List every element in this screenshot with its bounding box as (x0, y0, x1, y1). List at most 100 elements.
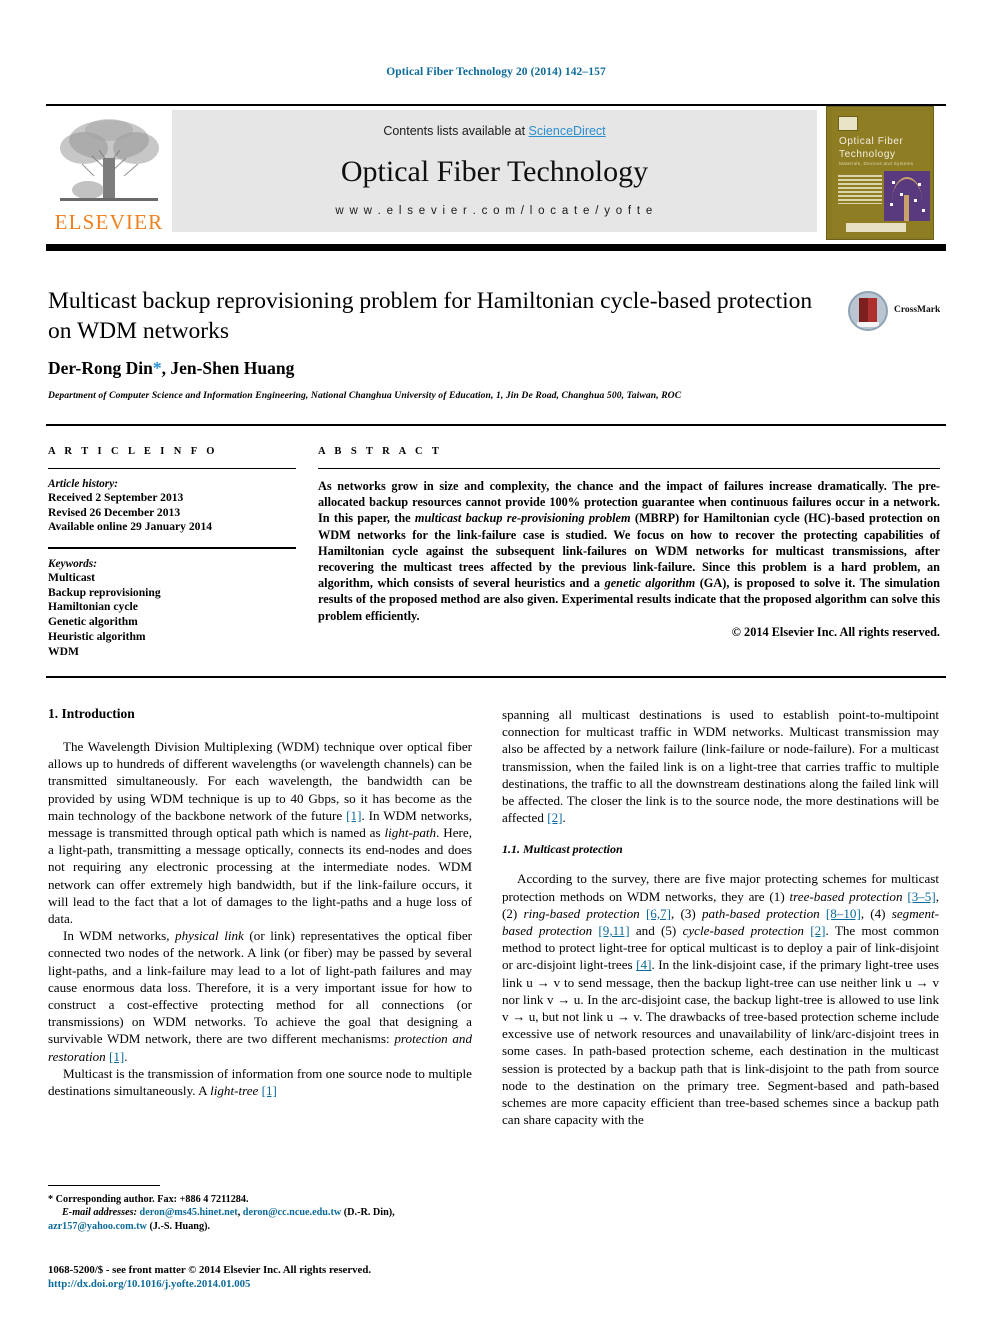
body-column-right: spanning all multicast destinations is u… (502, 706, 939, 1128)
email-note: E-mail addresses: deron@ms45.hinet.net, … (48, 1207, 395, 1232)
citation-link[interactable]: [8–10] (826, 906, 861, 921)
email-link[interactable]: deron@ms45.hinet.net (140, 1207, 238, 1218)
para-italic: light-tree (210, 1083, 259, 1099)
doi-link[interactable]: http://dx.doi.org/10.1016/j.yofte.2014.0… (48, 1278, 250, 1290)
abstract-italic1: multicast backup re-provisioning problem (414, 511, 631, 526)
article-history-item: Revised 26 December 2013 (48, 505, 181, 519)
citation-link[interactable]: [1] (262, 1083, 277, 1098)
citation-link[interactable]: [1] (346, 808, 361, 823)
keywords-label: Keywords: (48, 557, 97, 570)
para-text: , (3) (671, 905, 702, 921)
subsection-heading-multicast-protection: 1.1. Multicast protection (502, 842, 623, 857)
keyword-item: Backup reprovisioning (48, 585, 161, 599)
crossmark-icon (848, 291, 888, 331)
cover-title-line2: Technology (839, 149, 896, 160)
citation-link[interactable]: [4] (636, 957, 651, 972)
email-link[interactable]: deron@cc.ncue.edu.tw (243, 1207, 341, 1218)
email-author: (D.-R. Din) (343, 1207, 393, 1219)
citation-link[interactable]: [9,11] (598, 923, 629, 938)
imprint-block: 1068-5200/$ - see front matter © 2014 El… (48, 1263, 488, 1291)
elsevier-logo: ELSEVIER (48, 112, 170, 238)
elsevier-tree-icon (60, 119, 159, 201)
keywords-rule (48, 546, 296, 549)
paragraph: Multicast is the transmission of informa… (48, 1065, 472, 1099)
footnote-divider (48, 1185, 160, 1186)
citation-link[interactable]: [2] (547, 810, 562, 825)
title-block: Multicast backup reprovisioning problem … (48, 286, 838, 346)
citation-link[interactable]: [2] (810, 923, 825, 938)
citation-link[interactable]: [3–5] (907, 889, 935, 904)
running-head: Optical Fiber Technology 20 (2014) 142–1… (386, 66, 606, 78)
para-text: and (5) (629, 923, 683, 939)
para-text: . Here, a light-path, transmitting a mes… (48, 825, 472, 927)
corresponding-author-marker: * (152, 358, 162, 378)
affiliation: Department of Computer Science and Infor… (48, 390, 682, 401)
article-history-label: Article history: (48, 478, 118, 490)
issn-copyright-line: 1068-5200/$ - see front matter © 2014 El… (48, 1264, 372, 1276)
article-info-rule (48, 468, 296, 469)
author-list: Der-Rong Din*, Jen-Shen Huang (48, 358, 294, 379)
cover-subtitle: Materials, Devices and Systems (839, 161, 914, 166)
journal-url[interactable]: w w w . e l s e v i e r . c o m / l o c … (172, 205, 817, 217)
keyword-item: Hamiltonian cycle (48, 600, 138, 614)
para-italic: physical link (175, 928, 244, 944)
para-italic: path-based protection (701, 905, 820, 921)
para-text: In WDM networks, (63, 928, 176, 944)
paragraph: The Wavelength Division Multiplexing (WD… (48, 738, 472, 927)
email-link[interactable]: azr157@yahoo.com.tw (48, 1221, 147, 1232)
cover-inner: Optical Fiber Technology Materials, Devi… (832, 111, 930, 237)
page-title: Multicast backup reprovisioning problem … (48, 288, 813, 344)
journal-title: Optical Fiber Technology (340, 155, 649, 188)
sciencedirect-link[interactable]: ScienceDirect (529, 124, 606, 138)
paragraph: According to the survey, there are five … (502, 870, 939, 1128)
paragraph: spanning all multicast destinations is u… (502, 706, 939, 826)
crossmark-badge[interactable]: CrossMark (848, 291, 941, 333)
masthead-bottom-rule (46, 244, 946, 251)
citation-link[interactable]: [1] (109, 1049, 124, 1064)
cover-footer-bar (846, 223, 906, 232)
abstract-column: A B S T R A C T As networks grow in size… (318, 446, 940, 640)
para-italic: light-path (384, 825, 437, 841)
author-secondary: , Jen-Shen Huang (161, 358, 295, 378)
abstract-italic2: genetic algorithm (604, 576, 696, 591)
article-history-item: Received 2 September 2013 (48, 491, 184, 504)
article-history-item: Available online 29 January 2014 (48, 520, 213, 534)
abstract-heading: A B S T R A C T (318, 446, 443, 457)
para-text: . In the link-disjoint case, if the prim… (502, 957, 939, 1128)
keyword-item: Genetic algorithm (48, 615, 138, 629)
contents-line: Contents lists available at ScienceDirec… (172, 124, 817, 138)
para-italic: ring-based protection (523, 905, 640, 921)
article-info-heading: A R T I C L E I N F O (48, 446, 218, 457)
section-heading-introduction: 1. Introduction (48, 706, 135, 721)
abstract-text: As networks grow in size and complexity,… (318, 478, 940, 624)
title-divider (46, 424, 946, 426)
abstract-bottom-rule (46, 676, 946, 678)
article-info-column: A R T I C L E I N F O Article history: R… (48, 446, 296, 660)
cover-publisher-badge (838, 116, 858, 131)
corresponding-author-note: * Corresponding author. Fax: +886 4 7211… (48, 1194, 249, 1205)
para-text: , (4) (860, 905, 892, 921)
para-text: spanning all multicast destinations is u… (502, 707, 939, 826)
email-author: (J.-S. Huang) (149, 1220, 208, 1232)
para-text: . (124, 1048, 128, 1064)
cover-artwork (884, 171, 930, 221)
keyword-item: WDM (48, 644, 79, 658)
elsevier-wordmark: ELSEVIER (54, 210, 164, 234)
crossmark-label: CrossMark (894, 305, 941, 315)
abstract-rule (318, 468, 940, 469)
para-text: (or link) representatives the optical fi… (48, 928, 473, 1047)
paper-page: Optical Fiber Technology 20 (2014) 142–1… (0, 0, 992, 1323)
journal-banner: Contents lists available at ScienceDirec… (172, 110, 817, 232)
para-italic: tree-based protection (789, 888, 903, 904)
email-label: E-mail addresses: (62, 1207, 137, 1219)
cover-toc-lines (838, 175, 882, 207)
para-text: . (562, 810, 566, 826)
author-primary: Der-Rong Din (48, 358, 153, 378)
cover-title-line1: Optical Fiber (839, 136, 904, 147)
citation-link[interactable]: [6,7] (646, 906, 671, 921)
para-italic: cycle-based protection (682, 923, 804, 939)
journal-cover-thumbnail[interactable]: Optical Fiber Technology Materials, Devi… (826, 106, 934, 240)
keyword-item: Heuristic algorithm (48, 629, 146, 643)
masthead-top-rule (46, 104, 946, 106)
keyword-item: Multicast (48, 570, 96, 584)
